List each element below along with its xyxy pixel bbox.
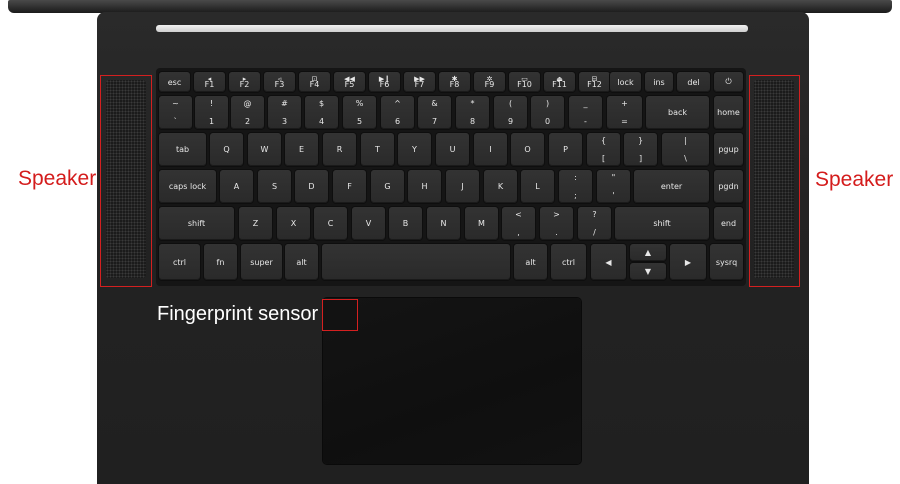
key-f8[interactable]: ✱ F8 xyxy=(439,72,470,92)
key-r[interactable]: R xyxy=(323,133,356,166)
key-n[interactable]: N xyxy=(427,207,460,240)
fingerprint-sensor-highlight[interactable] xyxy=(322,299,358,331)
key-d[interactable]: D xyxy=(295,170,328,203)
key-x[interactable]: X xyxy=(277,207,310,240)
key-alt-right[interactable]: alt xyxy=(514,244,547,280)
key-enter[interactable]: enter xyxy=(634,170,709,203)
key-quote[interactable]: " ' xyxy=(597,170,630,203)
key-l[interactable]: L xyxy=(521,170,554,203)
key-4[interactable]: $4 xyxy=(305,96,338,129)
key-m[interactable]: M xyxy=(465,207,498,240)
key-equals[interactable]: + = xyxy=(607,96,642,129)
key-space[interactable] xyxy=(322,244,510,280)
key-p[interactable]: P xyxy=(549,133,582,166)
key-6[interactable]: ^ 6 xyxy=(381,96,414,129)
key-del[interactable]: del xyxy=(677,72,710,92)
key-period[interactable]: >. xyxy=(540,207,573,240)
key-9[interactable]: (9 xyxy=(494,96,527,129)
key-semicolon[interactable]: :; xyxy=(559,170,592,203)
key-f10[interactable]: ▭ F10 xyxy=(509,72,540,92)
key-right-bracket[interactable]: }] xyxy=(624,133,657,166)
key-t[interactable]: T xyxy=(361,133,394,166)
key-b[interactable]: B xyxy=(389,207,422,240)
key-q[interactable]: Q xyxy=(210,133,243,166)
arrow-down-icon: ▼ xyxy=(644,267,652,276)
key-ctrl-right[interactable]: ctrl xyxy=(551,244,586,280)
key-shift-right[interactable]: shift xyxy=(615,207,709,240)
key-comma[interactable]: <, xyxy=(502,207,535,240)
speaker-left-highlight xyxy=(100,75,152,287)
key-h[interactable]: H xyxy=(408,170,441,203)
key-pgdn[interactable]: pgdn xyxy=(714,170,743,203)
key-arrow-up[interactable]: ▲ xyxy=(630,244,666,261)
key-shift-left[interactable]: shift xyxy=(159,207,234,240)
key-power[interactable]: ⏻ xyxy=(714,72,743,92)
speaker-right-highlight xyxy=(749,75,800,287)
key-tilde[interactable]: ~ ` xyxy=(159,96,192,129)
key-minus[interactable]: _ - xyxy=(569,96,602,129)
key-arrow-down[interactable]: ▼ xyxy=(630,263,666,280)
key-pgup[interactable]: pgup xyxy=(714,133,743,166)
key-k[interactable]: K xyxy=(484,170,517,203)
key-caps-lock[interactable]: caps lock xyxy=(159,170,216,203)
speaker-right-callout: Speaker xyxy=(815,168,894,191)
key-5[interactable]: % 5 xyxy=(343,96,376,129)
key-0[interactable]: ) 0 xyxy=(531,96,564,129)
key-arrow-right[interactable]: ▶ xyxy=(670,244,706,280)
key-y[interactable]: Y xyxy=(398,133,431,166)
key-w[interactable]: W xyxy=(248,133,281,166)
key-2[interactable]: @2 xyxy=(231,96,264,129)
key-esc[interactable]: esc xyxy=(159,72,190,92)
arrow-up-icon: ▲ xyxy=(644,248,652,257)
key-f5[interactable]: ◀◀ F5 xyxy=(334,72,365,92)
key-j[interactable]: J xyxy=(446,170,479,203)
key-i[interactable]: I xyxy=(474,133,507,166)
key-f[interactable]: F xyxy=(333,170,366,203)
key-tab[interactable]: tab xyxy=(159,133,206,166)
key-fn[interactable]: fn xyxy=(204,244,237,280)
key-8[interactable]: * 8 xyxy=(456,96,489,129)
key-lock[interactable]: lock xyxy=(610,72,641,92)
power-icon: ⏻ xyxy=(725,77,732,86)
trackpad[interactable] xyxy=(323,298,581,464)
key-v[interactable]: V xyxy=(352,207,385,240)
key-sysrq[interactable]: sysrq xyxy=(710,244,743,280)
key-super[interactable]: super xyxy=(241,244,282,280)
key-s[interactable]: S xyxy=(258,170,291,203)
key-ctrl-left[interactable]: ctrl xyxy=(159,244,200,280)
speaker-left-callout: Speaker xyxy=(18,167,97,190)
key-backslash[interactable]: | \ xyxy=(662,133,709,166)
key-g[interactable]: G xyxy=(371,170,404,203)
key-f3[interactable]: ◃ F3 xyxy=(264,72,295,92)
fingerprint-callout: Fingerprint sensor xyxy=(157,303,319,325)
key-f1[interactable]: ◂ F1 xyxy=(194,72,225,92)
key-e[interactable]: E xyxy=(285,133,318,166)
key-f9[interactable]: ✲ F9 xyxy=(474,72,505,92)
key-ins[interactable]: ins xyxy=(645,72,673,92)
key-home[interactable]: home xyxy=(714,96,743,129)
key-o[interactable]: O xyxy=(511,133,544,166)
key-arrow-left[interactable]: ◀ xyxy=(591,244,626,280)
key-slash[interactable]: ? / xyxy=(578,207,611,240)
key-7[interactable]: & 7 xyxy=(418,96,451,129)
key-c[interactable]: C xyxy=(314,207,347,240)
key-3[interactable]: #3 xyxy=(268,96,301,129)
key-alt-left[interactable]: alt xyxy=(285,244,318,280)
key-f4[interactable]: ⊡ F4 xyxy=(299,72,330,92)
key-z[interactable]: Z xyxy=(239,207,272,240)
arrow-left-icon: ◀ xyxy=(605,257,612,267)
key-f7[interactable]: ▶▶ F7 xyxy=(404,72,435,92)
arrow-right-icon: ▶ xyxy=(684,257,692,267)
key-f12[interactable]: ⊟ F12 xyxy=(579,72,610,92)
key-a[interactable]: A xyxy=(220,170,253,203)
key-f6[interactable]: ▶❙ F6 xyxy=(369,72,400,92)
key-1[interactable]: ! 1 xyxy=(195,96,228,129)
key-left-bracket[interactable]: {[ xyxy=(587,133,620,166)
key-backspace[interactable]: back xyxy=(646,96,709,129)
key-end[interactable]: end xyxy=(714,207,743,240)
hinge-strip xyxy=(156,25,748,32)
key-u[interactable]: U xyxy=(436,133,469,166)
key-f2[interactable]: ▸ F2 xyxy=(229,72,260,92)
key-f11[interactable]: ⏏ F11 xyxy=(544,72,575,92)
